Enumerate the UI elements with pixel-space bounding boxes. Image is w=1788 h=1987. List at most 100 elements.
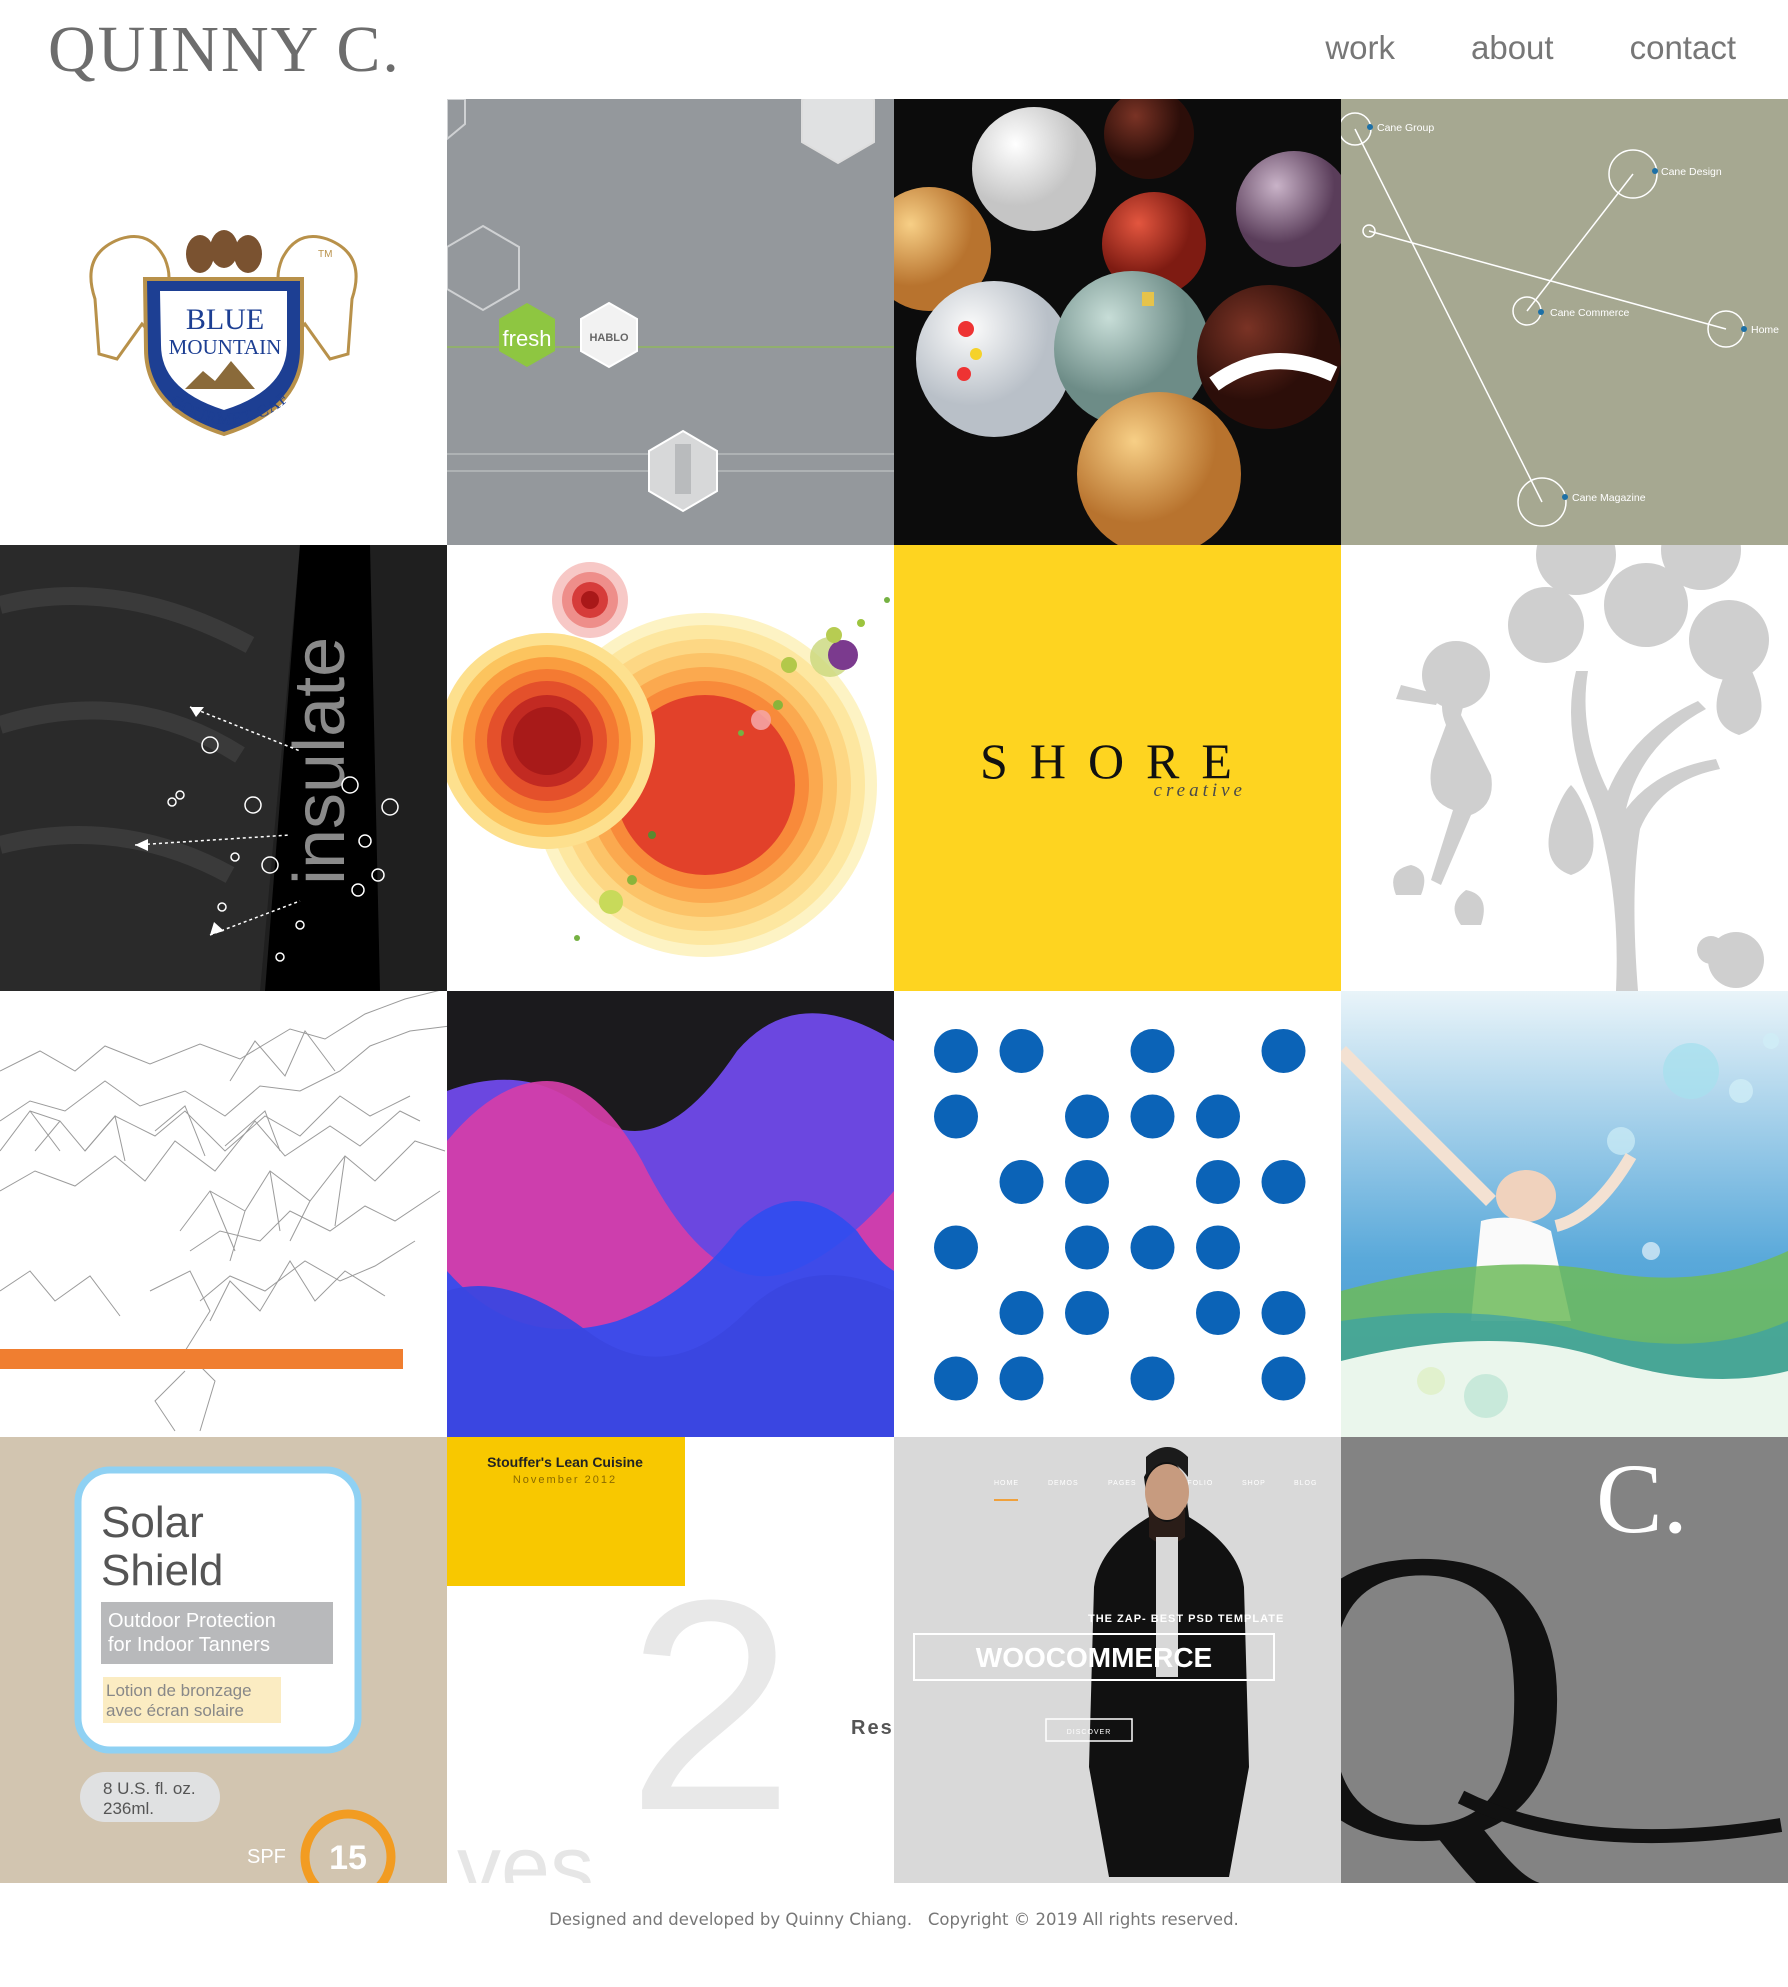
color-waves-art — [447, 1013, 894, 1437]
chocolates-photo — [894, 99, 1341, 545]
tile-qc-logo[interactable]: C. Q — [1341, 1437, 1788, 1883]
cane-node-0: Cane Group — [1377, 122, 1434, 134]
tile-circles[interactable] — [447, 545, 894, 991]
tile-cane-group[interactable]: Cane Group Cane Design Cane Commerce Hom… — [1341, 99, 1788, 545]
tile-blue-mountain[interactable]: BLUE MOUNTAIN GOURMET CAFÉ TM — [0, 99, 447, 545]
woo-menu-1: DEMOS — [1048, 1480, 1079, 1487]
tile-mountains[interactable] — [0, 991, 447, 1437]
main-nav: work about contact — [1325, 24, 1736, 72]
stouffers-title: Stouffer's Lean Cuisine — [487, 1454, 643, 1470]
blue-dot — [1261, 1029, 1306, 1073]
woo-menu-2: PAGES — [1108, 1480, 1137, 1487]
site-header: QUINNY C. work about contact — [0, 0, 1788, 99]
tile-woocommerce[interactable]: HOME DEMOS PAGES PORTFOLIO SHOP BLOG THE… — [894, 1437, 1341, 1883]
blue-dot — [934, 1094, 978, 1139]
blue-dot — [1065, 1225, 1109, 1270]
woman-sky-photo — [1341, 991, 1788, 1437]
blue-dot — [1261, 1160, 1306, 1204]
concentric-circles-art — [447, 562, 890, 957]
tile-shore[interactable]: SHORE creative — [894, 545, 1341, 991]
blue-dot — [1196, 1291, 1240, 1335]
stouffers-digit: 2 — [627, 1537, 794, 1873]
blue-dot — [1065, 1160, 1109, 1204]
blue-dot — [1261, 1356, 1306, 1401]
nav-work-link[interactable]: work — [1325, 24, 1395, 72]
blue-dot — [999, 1291, 1044, 1335]
qc-monogram-art: C. Q — [1341, 1443, 1783, 1883]
woo-button-label: DISCOVER — [1067, 1729, 1112, 1736]
stouffers-side: Res — [851, 1717, 894, 1739]
footer-copyright: Copyright © 2019 All rights reserved. — [927, 1910, 1239, 1929]
woo-tagline: THE ZAP- BEST PSD TEMPLATE — [1088, 1613, 1284, 1625]
solar-protect-2: for Indoor Tanners — [108, 1634, 270, 1656]
lowpoly-mountain-art — [0, 991, 447, 1432]
tile-tree[interactable] — [1341, 545, 1788, 991]
solar-title-1: Solar — [101, 1498, 204, 1547]
tile-chocolates[interactable] — [894, 99, 1341, 545]
solar-shield-label-art: Solar Shield Outdoor Protection for Indo… — [74, 1466, 396, 1883]
shore-logo: SHORE creative — [980, 733, 1246, 801]
blue-dots-pattern — [934, 1029, 1306, 1401]
tile-woman[interactable] — [1341, 991, 1788, 1437]
stouffers-bottom: ves — [457, 1817, 594, 1883]
qc-c: C. — [1596, 1443, 1688, 1554]
blue-dot — [1261, 1291, 1306, 1335]
tile-dots[interactable] — [894, 991, 1341, 1437]
blue-dot — [1130, 1356, 1175, 1401]
solar-fr-1: Lotion de bronzage — [106, 1681, 252, 1700]
solar-volume-2: 236ml. — [103, 1799, 154, 1818]
insulate-jacket-art: insulate — [0, 545, 399, 991]
blue-dot — [999, 1356, 1044, 1401]
blue-dot — [934, 1225, 978, 1270]
cane-network-diagram: Cane Group Cane Design Cane Commerce Hom… — [1341, 112, 1779, 527]
insulate-word: insulate — [280, 637, 360, 885]
cane-node-1: Cane Design — [1661, 166, 1722, 178]
tile-waves[interactable] — [447, 991, 894, 1437]
solar-spf-value: 15 — [329, 1839, 367, 1877]
woocommerce-template-art: HOME DEMOS PAGES PORTFOLIO SHOP BLOG THE… — [894, 1437, 1341, 1883]
bm-tm: TM — [318, 249, 332, 260]
woo-menu-4: SHOP — [1242, 1480, 1266, 1487]
blue-dot — [1196, 1225, 1240, 1270]
blue-dot — [1065, 1291, 1109, 1335]
solar-protect-1: Outdoor Protection — [108, 1610, 276, 1632]
nav-contact-link[interactable]: contact — [1630, 24, 1736, 72]
site-logo[interactable]: QUINNY C. — [48, 14, 401, 86]
tile-solar-shield[interactable]: Solar Shield Outdoor Protection for Indo… — [0, 1437, 447, 1883]
blue-dot — [999, 1160, 1044, 1204]
cane-node-2: Cane Commerce — [1550, 307, 1630, 319]
blue-dot — [1196, 1094, 1240, 1139]
blue-dot — [1196, 1160, 1240, 1204]
fresh-brand: HABLO — [589, 332, 629, 344]
fresh-label: fresh — [503, 326, 552, 351]
solar-title-2: Shield — [101, 1546, 223, 1595]
tile-insulate[interactable]: insulate — [0, 545, 447, 991]
woo-menu-5: BLOG — [1294, 1480, 1317, 1487]
tree-silhouette-art — [1393, 545, 1769, 991]
blue-dot — [1065, 1094, 1109, 1139]
woo-menu-0: HOME — [994, 1480, 1019, 1487]
fresh-hexagon-art: fresh HABLO — [447, 99, 894, 513]
blue-dot — [1130, 1029, 1175, 1073]
blue-dot — [1130, 1225, 1175, 1270]
blue-dot — [934, 1029, 978, 1073]
cane-node-3: Home — [1751, 324, 1779, 336]
cane-node-4: Cane Magazine — [1572, 492, 1646, 504]
bm-line2: MOUNTAIN — [169, 335, 282, 359]
stouffers-report-art: 2 ves Res Stouffer's Lean Cuisine Novemb… — [447, 1437, 894, 1883]
bm-line1: BLUE — [186, 303, 264, 336]
tile-stouffers[interactable]: 2 ves Res Stouffer's Lean Cuisine Novemb… — [447, 1437, 894, 1883]
blue-dot — [934, 1356, 978, 1401]
solar-volume-1: 8 U.S. fl. oz. — [103, 1779, 196, 1798]
solar-spf-label: SPF — [247, 1846, 286, 1868]
footer-credit: Designed and developed by Quinny Chiang. — [549, 1910, 913, 1929]
solar-fr-2: avec écran solaire — [106, 1701, 244, 1720]
shore-subtitle: creative — [1154, 780, 1246, 801]
blue-dot — [999, 1029, 1044, 1073]
stouffers-date: November 2012 — [513, 1474, 617, 1486]
nav-about-link[interactable]: about — [1471, 24, 1554, 72]
site-footer: Designed and developed by Quinny Chiang.… — [0, 1910, 1788, 1929]
blue-dot — [1130, 1094, 1175, 1139]
tile-fresh[interactable]: fresh HABLO — [447, 99, 894, 545]
blue-mountain-logo: BLUE MOUNTAIN GOURMET CAFÉ TM — [0, 99, 358, 437]
